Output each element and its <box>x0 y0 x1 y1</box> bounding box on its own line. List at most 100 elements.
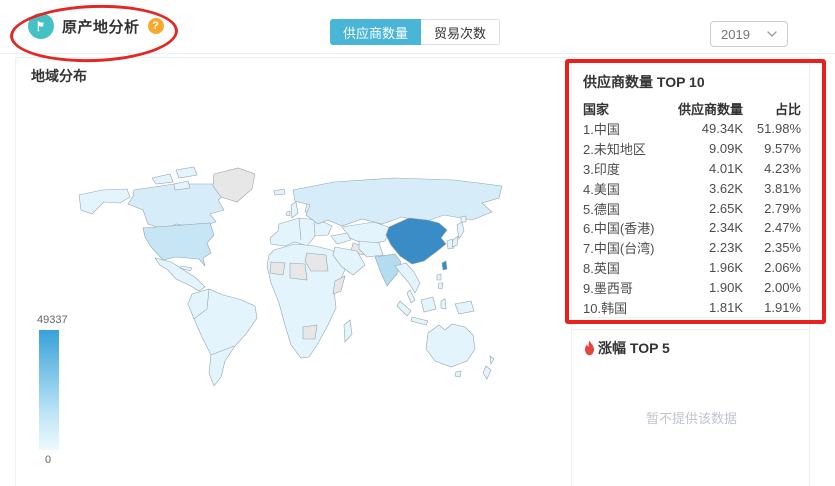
country-mexico[interactable] <box>154 257 206 292</box>
year-dropdown[interactable]: 2019 <box>710 21 788 47</box>
island-sumatra[interactable] <box>396 300 412 317</box>
top-header: 原产地分析 ? 供应商数量 贸易次数 2019 <box>0 0 835 65</box>
metric-toggle: 供应商数量 贸易次数 <box>330 19 501 45</box>
country-philippines[interactable] <box>436 273 442 281</box>
top10-table: 国家 供应商数量 占比 1.中国 49.34K 51.98% 2.未知地区 9.… <box>583 98 801 318</box>
table-row[interactable]: 1.中国 49.34K 51.98% <box>583 119 801 139</box>
region-indochina[interactable] <box>394 262 421 294</box>
country-niger-chad[interactable] <box>289 262 308 281</box>
country-iceland[interactable] <box>273 188 286 196</box>
country-india[interactable] <box>374 253 402 287</box>
map-section-title: 地域分布 <box>31 68 87 84</box>
page-title-group: 原产地分析 ? <box>28 13 164 39</box>
table-header-row: 国家 供应商数量 占比 <box>583 98 801 119</box>
section-divider <box>572 329 811 330</box>
legend-gradient-bar <box>39 330 59 450</box>
chevron-down-icon <box>767 30 777 38</box>
cell-pct: 2.06% <box>764 259 801 275</box>
flag-icon <box>28 13 54 39</box>
content-panel: 地域分布 49337 0 供应商数量 TOP 10 国家 供应商数量 占比 1.… <box>15 57 811 486</box>
country-turkey[interactable] <box>330 232 352 245</box>
col-header-count: 供应商数量 <box>677 102 743 117</box>
cell-country: 10.韩国 <box>583 300 628 316</box>
cell-country: 4.美国 <box>583 181 620 197</box>
country-madagascar[interactable] <box>343 319 353 343</box>
cell-country: 3.印度 <box>583 161 620 177</box>
cell-count: 1.90K <box>709 279 743 295</box>
country-canada[interactable] <box>127 183 228 231</box>
country-japan-hokkaido[interactable] <box>460 215 467 223</box>
table-row[interactable]: 2.未知地区 9.09K 9.57% <box>583 139 801 159</box>
cell-pct: 4.23% <box>764 160 801 176</box>
country-japan[interactable] <box>451 235 459 248</box>
country-australia[interactable] <box>425 323 476 368</box>
island-java[interactable] <box>410 316 429 326</box>
island-new-guinea[interactable] <box>454 300 475 315</box>
cell-country: 5.德国 <box>583 201 620 217</box>
cell-country: 7.中国(台湾) <box>583 241 655 257</box>
country-west-sahara[interactable] <box>269 261 286 276</box>
table-row[interactable]: 5.德国 2.65K 2.79% <box>583 198 801 218</box>
flame-icon <box>583 340 596 356</box>
country-usa[interactable] <box>142 222 215 267</box>
cell-count: 2.23K <box>709 240 743 256</box>
island-borneo[interactable] <box>420 296 437 313</box>
tab-supplier-count[interactable]: 供应商数量 <box>330 19 422 45</box>
country-zimbabwe[interactable] <box>302 324 318 340</box>
arctic-island[interactable] <box>151 173 174 185</box>
country-new-zealand[interactable] <box>482 365 492 380</box>
cell-pct: 2.79% <box>764 200 801 216</box>
cell-country: 9.墨西哥 <box>583 280 633 296</box>
country-ireland[interactable] <box>285 210 291 217</box>
top10-title: 供应商数量 TOP 10 <box>583 74 705 90</box>
cell-count: 2.65K <box>709 200 743 216</box>
island-sulawesi[interactable] <box>440 298 447 310</box>
cell-pct: 51.98% <box>756 121 801 137</box>
table-row[interactable]: 3.印度 4.01K 4.23% <box>583 159 801 179</box>
top10-panel: 供应商数量 TOP 10 国家 供应商数量 占比 1.中国 49.34K 51.… <box>572 58 811 486</box>
country-uk[interactable] <box>290 201 299 219</box>
help-icon[interactable]: ? <box>147 18 164 34</box>
island-tasmania[interactable] <box>454 370 462 378</box>
country-philippines[interactable] <box>437 282 444 290</box>
cell-count: 9.09K <box>709 141 743 157</box>
table-row[interactable]: 10.韩国 1.81K 1.91% <box>583 297 801 317</box>
cell-count: 4.01K <box>709 160 743 176</box>
cell-count: 1.96K <box>709 259 743 275</box>
cell-pct: 2.00% <box>764 279 801 295</box>
table-row[interactable]: 7.中国(台湾) 2.23K 2.35% <box>583 238 801 258</box>
rise-section-title: 涨幅 TOP 5 <box>598 340 670 356</box>
country-alaska[interactable] <box>78 188 131 215</box>
table-row[interactable]: 6.中国(香港) 2.34K 2.47% <box>583 218 801 238</box>
cell-country: 1.中国 <box>583 122 620 138</box>
no-data-message: 暂不提供该数据 <box>645 411 737 426</box>
legend-min-value: 0 <box>45 454 52 466</box>
table-row[interactable]: 8.英国 1.96K 2.06% <box>583 258 801 278</box>
cell-pct: 9.57% <box>764 141 801 157</box>
table-row[interactable]: 4.美国 3.62K 3.81% <box>583 178 801 198</box>
cell-pct: 1.91% <box>764 299 801 315</box>
cell-pct: 2.47% <box>764 220 801 236</box>
cell-count: 3.62K <box>709 180 743 196</box>
page-title: 原产地分析 <box>62 18 140 36</box>
cell-pct: 2.35% <box>764 240 801 256</box>
region-malay[interactable] <box>406 289 416 304</box>
cell-count: 2.34K <box>709 220 743 236</box>
cell-country: 6.中国(香港) <box>583 221 655 237</box>
arctic-island[interactable] <box>175 166 198 179</box>
country-taiwan[interactable] <box>441 260 448 271</box>
country-russia[interactable] <box>292 177 503 227</box>
cell-country: 2.未知地区 <box>583 142 646 158</box>
table-row[interactable]: 9.墨西哥 1.90K 2.00% <box>583 277 801 297</box>
world-map[interactable] <box>24 94 554 446</box>
cell-count: 1.81K <box>709 299 743 315</box>
year-dropdown-value: 2019 <box>721 26 750 42</box>
continent-south-america[interactable] <box>187 288 258 387</box>
tab-trade-count[interactable]: 贸易次数 <box>421 19 501 45</box>
country-new-zealand[interactable] <box>489 355 495 365</box>
cell-count: 49.34K <box>701 121 743 137</box>
legend-max-value: 49337 <box>37 314 68 326</box>
cell-pct: 3.81% <box>764 180 801 196</box>
col-header-pct: 占比 <box>774 102 801 117</box>
cell-country: 8.英国 <box>583 260 620 276</box>
